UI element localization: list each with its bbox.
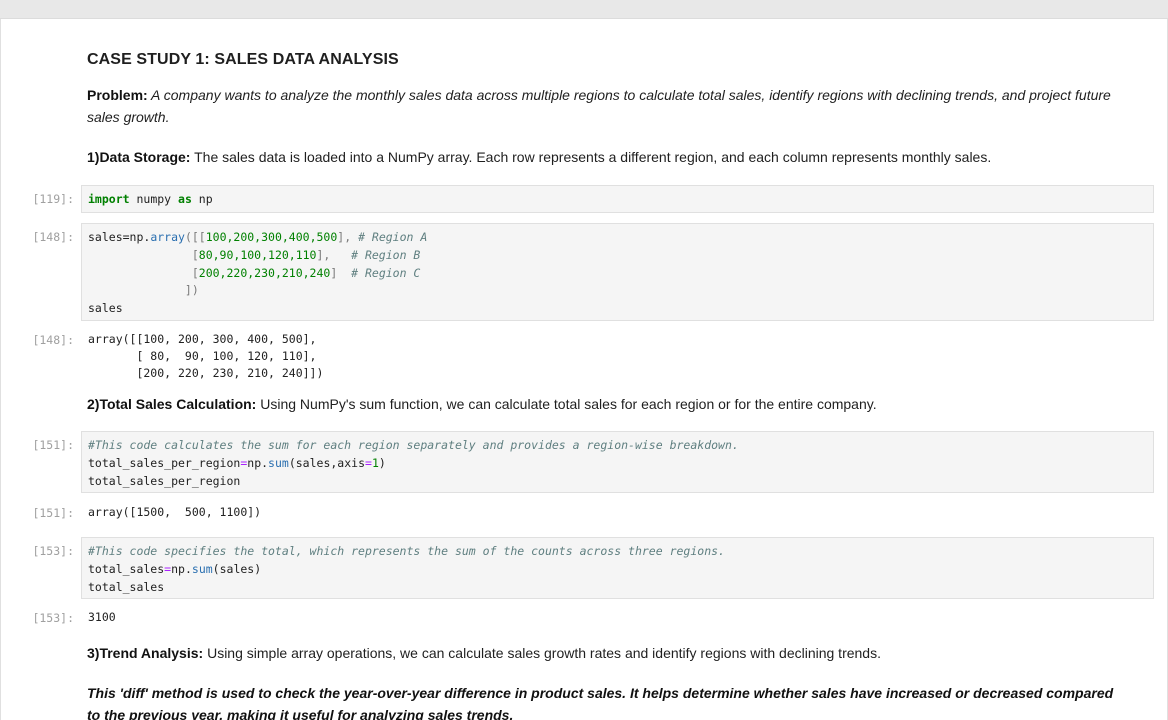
cell-148-input-prompt: [148]: bbox=[32, 230, 74, 244]
cell-153-output: 3100 bbox=[88, 610, 116, 624]
cell-151-output-prompt: [151]: bbox=[32, 506, 74, 520]
code-function: array bbox=[150, 230, 185, 244]
step1-label: 1)Data Storage: bbox=[87, 149, 191, 165]
region-c-comment: # Region C bbox=[351, 265, 421, 280]
step2-text: Using NumPy's sum function, we can calcu… bbox=[256, 396, 877, 412]
code-comment: #This code specifies the total, which re… bbox=[88, 544, 725, 558]
region-b-comment: # Region B bbox=[351, 247, 421, 262]
code-text: sales=np. bbox=[88, 230, 151, 244]
import-keyword: import bbox=[88, 192, 130, 206]
code-cell-151[interactable]: #This code calculates the sum for each r… bbox=[81, 431, 1154, 493]
cell-153-output-prompt: [153]: bbox=[32, 611, 74, 625]
code-bracket: ], bbox=[337, 230, 359, 244]
code-text: total_sales_per_region bbox=[88, 455, 241, 470]
cell-148-output: array([[100, 200, 300, 400, 500], [ 80, … bbox=[88, 332, 324, 380]
step1-text: The sales data is loaded into a NumPy ar… bbox=[190, 149, 992, 165]
problem-text: A company wants to analyze the monthly s… bbox=[87, 87, 1111, 125]
code-text: total_sales_per_region bbox=[88, 473, 241, 488]
cell-153-input-prompt: [153]: bbox=[32, 544, 74, 558]
code-bracket: [ bbox=[88, 247, 199, 262]
module-alias: np bbox=[191, 192, 213, 206]
as-keyword: as bbox=[178, 192, 192, 206]
region-a-values: 100,200,300,400,500 bbox=[205, 230, 338, 244]
code-bracket: ([[ bbox=[184, 230, 206, 244]
cell-151-output: array([1500, 500, 1100]) bbox=[88, 505, 262, 519]
cell-119-input-prompt: [119]: bbox=[32, 192, 74, 206]
code-text: np. bbox=[171, 561, 192, 576]
code-cell-153[interactable]: #This code specifies the total, which re… bbox=[81, 537, 1154, 599]
code-comment: #This code calculates the sum for each r… bbox=[88, 438, 739, 452]
code-text: np. bbox=[247, 455, 269, 470]
code-text: (sales,axis bbox=[288, 455, 365, 470]
code-function: sum bbox=[191, 561, 213, 576]
code-operator: = bbox=[365, 455, 372, 470]
browser-top-bar bbox=[0, 0, 1168, 19]
step3-label: 3)Trend Analysis: bbox=[87, 645, 204, 661]
cell-148-output-prompt: [148]: bbox=[32, 333, 74, 347]
step1-paragraph: 1)Data Storage: The sales data is loaded… bbox=[87, 146, 1127, 168]
code-cell-148[interactable]: sales=np.array([[100,200,300,400,500], #… bbox=[81, 223, 1154, 321]
problem-paragraph: Problem: A company wants to analyze the … bbox=[87, 84, 1127, 128]
cell-151-input-prompt: [151]: bbox=[32, 438, 74, 452]
region-a-comment: # Region A bbox=[358, 230, 428, 244]
module-name: numpy bbox=[129, 192, 179, 206]
code-text: ) bbox=[378, 455, 386, 470]
step3-text: Using simple array operations, we can ca… bbox=[203, 645, 881, 661]
code-text: total_sales bbox=[88, 561, 165, 576]
code-text: (sales) bbox=[212, 561, 262, 576]
code-bracket: [ bbox=[88, 265, 199, 280]
code-function: sum bbox=[268, 455, 289, 470]
case-study-heading: CASE STUDY 1: SALES DATA ANALYSIS bbox=[87, 51, 399, 68]
region-c-values: 200,220,230,210,240 bbox=[198, 265, 331, 280]
code-text: total_sales bbox=[88, 579, 165, 594]
code-cell-119[interactable]: import numpy as np bbox=[81, 185, 1154, 213]
step2-paragraph: 2)Total Sales Calculation: Using NumPy's… bbox=[87, 393, 1127, 415]
code-text: sales bbox=[88, 301, 123, 316]
diff-method-note: This 'diff' method is used to check the … bbox=[87, 685, 1114, 720]
code-number: 1 bbox=[371, 455, 379, 470]
step2-label: 2)Total Sales Calculation: bbox=[87, 396, 257, 412]
region-b-values: 80,90,100,120,110 bbox=[198, 247, 317, 262]
step3-paragraph: 3)Trend Analysis: Using simple array ope… bbox=[87, 642, 1127, 664]
code-bracket: ] bbox=[330, 265, 352, 280]
code-bracket: ]) bbox=[88, 283, 199, 298]
problem-label: Problem: bbox=[87, 87, 148, 103]
code-bracket: ], bbox=[316, 247, 352, 262]
